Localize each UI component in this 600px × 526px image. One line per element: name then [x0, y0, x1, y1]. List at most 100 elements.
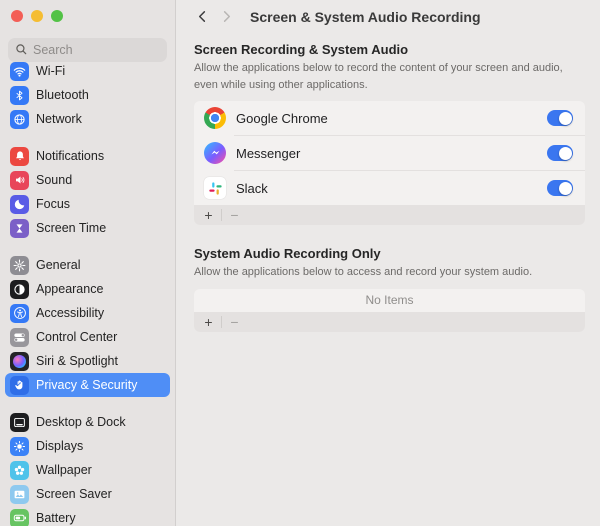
system-settings-window: Wi-Fi Bluetooth Network [0, 0, 600, 526]
sidebar-item-sound[interactable]: Sound [5, 168, 170, 192]
sidebar-item-battery[interactable]: Battery [5, 506, 170, 526]
app-row-slack: Slack [194, 171, 585, 205]
sidebar-item-label: Control Center [36, 330, 117, 344]
sidebar-item-label: Network [36, 112, 82, 126]
minimize-button[interactable] [31, 10, 43, 22]
sidebar: Wi-Fi Bluetooth Network [0, 0, 176, 526]
sidebar-item-siri-spotlight[interactable]: Siri & Spotlight [5, 349, 170, 373]
sidebar-item-label: Notifications [36, 149, 104, 163]
bell-icon [10, 147, 29, 166]
sun-icon [10, 437, 29, 456]
sidebar-item-label: Bluetooth [36, 88, 89, 102]
section-system-audio-only: System Audio Recording Only Allow the ap… [194, 246, 585, 332]
content-header: Screen & System Audio Recording [176, 0, 600, 34]
sidebar-item-label: Wallpaper [36, 463, 92, 477]
app-row-messenger: Messenger [194, 136, 585, 170]
sidebar-item-accessibility[interactable]: Accessibility [5, 301, 170, 325]
window-controls [0, 0, 175, 30]
control-center-icon [10, 328, 29, 347]
app-name: Google Chrome [236, 111, 547, 126]
battery-icon [10, 509, 29, 526]
app-name: Slack [236, 181, 547, 196]
remove-app-button[interactable]: − [227, 205, 242, 225]
slack-icon [204, 177, 226, 199]
hourglass-icon [10, 219, 29, 238]
toggle-slack[interactable] [547, 180, 573, 196]
sidebar-item-screen-time[interactable]: Screen Time [5, 216, 170, 240]
accessibility-icon [10, 304, 29, 323]
sidebar-item-bluetooth[interactable]: Bluetooth [5, 83, 170, 107]
add-app-button[interactable]: + [201, 312, 216, 332]
sidebar-item-label: Screen Time [36, 221, 106, 235]
speaker-icon [10, 171, 29, 190]
sidebar-item-label: Displays [36, 439, 83, 453]
sidebar-item-control-center[interactable]: Control Center [5, 325, 170, 349]
sidebar-item-label: Appearance [36, 282, 103, 296]
remove-app-button[interactable]: − [227, 312, 242, 332]
sidebar-item-network[interactable]: Network [5, 107, 170, 131]
app-list: Google Chrome Messenger [194, 101, 585, 225]
sidebar-item-label: Wi-Fi [36, 64, 65, 78]
bluetooth-icon [10, 86, 29, 105]
no-items-label: No Items [194, 289, 585, 312]
gear-icon [10, 256, 29, 275]
content-pane: Screen & System Audio Recording Screen R… [176, 0, 600, 526]
appearance-icon [10, 280, 29, 299]
magnifier-icon [15, 43, 28, 61]
section-description: Allow the applications below to record t… [194, 60, 585, 93]
app-row-google-chrome: Google Chrome [194, 101, 585, 135]
sidebar-item-wallpaper[interactable]: Wallpaper [5, 458, 170, 482]
toggle-messenger[interactable] [547, 145, 573, 161]
empty-app-list: No Items + − [194, 289, 585, 332]
toggle-google-chrome[interactable] [547, 110, 573, 126]
sidebar-nav: Wi-Fi Bluetooth Network [0, 62, 175, 526]
footer-divider [221, 316, 222, 328]
sidebar-item-label: Battery [36, 511, 76, 525]
section-title: Screen Recording & System Audio [194, 42, 585, 57]
sidebar-item-label: Siri & Spotlight [36, 354, 118, 368]
content-body: Screen Recording & System Audio Allow th… [176, 34, 600, 332]
app-name: Messenger [236, 146, 547, 161]
footer-divider [221, 209, 222, 221]
sidebar-item-notifications[interactable]: Notifications [5, 144, 170, 168]
section-screen-recording: Screen Recording & System Audio Allow th… [194, 42, 585, 225]
siri-icon [10, 352, 29, 371]
forward-icon[interactable] [219, 9, 234, 29]
messenger-icon [204, 142, 226, 164]
back-icon[interactable] [195, 9, 210, 29]
sidebar-item-label: Focus [36, 197, 70, 211]
sidebar-item-screen-saver[interactable]: Screen Saver [5, 482, 170, 506]
sidebar-item-label: Accessibility [36, 306, 104, 320]
sidebar-item-label: Sound [36, 173, 72, 187]
sidebar-group: General Appearance Accessibility [5, 253, 170, 397]
sidebar-item-privacy-security[interactable]: Privacy & Security [5, 373, 170, 397]
sidebar-item-label: Privacy & Security [36, 378, 137, 392]
zoom-button[interactable] [51, 10, 63, 22]
section-description: Allow the applications below to access a… [194, 264, 585, 281]
list-footer: + − [194, 205, 585, 225]
sidebar-group: Notifications Sound Focus [5, 144, 170, 240]
close-button[interactable] [11, 10, 23, 22]
screensaver-icon [10, 485, 29, 504]
sidebar-item-displays[interactable]: Displays [5, 434, 170, 458]
flower-icon [10, 461, 29, 480]
wifi-icon [10, 62, 29, 81]
sidebar-group: Desktop & Dock Displays Wallpaper [5, 410, 170, 526]
sidebar-item-label: General [36, 258, 80, 272]
sidebar-item-wifi[interactable]: Wi-Fi [5, 62, 170, 83]
sidebar-item-desktop-dock[interactable]: Desktop & Dock [5, 410, 170, 434]
sidebar-item-label: Screen Saver [36, 487, 112, 501]
page-title: Screen & System Audio Recording [250, 9, 481, 25]
search-field [8, 38, 167, 62]
search-input[interactable] [8, 38, 167, 62]
add-app-button[interactable]: + [201, 205, 216, 225]
moon-icon [10, 195, 29, 214]
sidebar-item-focus[interactable]: Focus [5, 192, 170, 216]
sidebar-group: Wi-Fi Bluetooth Network [5, 62, 170, 131]
sidebar-item-label: Desktop & Dock [36, 415, 126, 429]
chrome-icon [204, 107, 226, 129]
hand-icon [10, 376, 29, 395]
dock-icon [10, 413, 29, 432]
sidebar-item-appearance[interactable]: Appearance [5, 277, 170, 301]
sidebar-item-general[interactable]: General [5, 253, 170, 277]
